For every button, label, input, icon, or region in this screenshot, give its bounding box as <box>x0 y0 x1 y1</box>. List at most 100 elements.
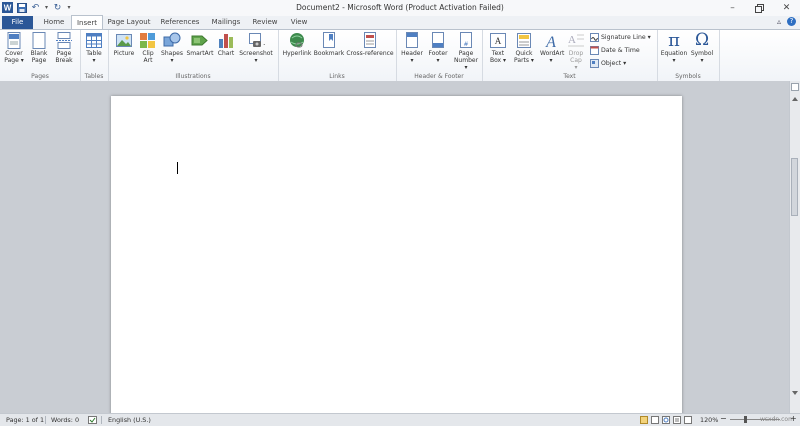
language-indicator[interactable]: English (U.S.) <box>108 416 151 424</box>
smartart-icon <box>191 32 209 49</box>
vertical-scrollbar[interactable] <box>789 81 800 413</box>
outline-view-icon[interactable] <box>673 416 681 424</box>
maximize-button[interactable] <box>746 0 773 16</box>
status-divider <box>101 416 102 424</box>
status-divider <box>45 416 46 424</box>
text-box-icon: A <box>489 32 507 49</box>
close-button[interactable]: ✕ <box>773 0 800 16</box>
zoom-level[interactable]: 120% <box>700 416 718 424</box>
signature-line-icon <box>590 33 599 42</box>
view-buttons <box>640 416 692 424</box>
table-label: Table ▾ <box>86 50 102 64</box>
equation-button[interactable]: π Equation ▾ <box>659 32 689 65</box>
group-illustrations-label: Illustrations <box>175 73 211 80</box>
tab-home[interactable]: Home <box>40 16 68 29</box>
cross-reference-button[interactable]: Cross-reference <box>346 32 394 57</box>
web-layout-icon[interactable] <box>662 416 670 424</box>
window-title: Document2 - Microsoft Word (Product Acti… <box>296 3 504 12</box>
object-label: Object ▾ <box>601 60 627 67</box>
wordart-button[interactable]: A WordArt ▾ <box>536 32 566 64</box>
minimize-button[interactable]: – <box>719 0 746 16</box>
quick-parts-button[interactable]: Quick Parts ▾ <box>512 32 536 64</box>
group-text: A Text Box ▾ Quick Parts ▾ A WordArt ▾ A… <box>482 30 658 81</box>
print-layout-icon[interactable] <box>640 416 648 424</box>
footer-label: Footer ▾ <box>428 50 448 64</box>
group-symbols: π Equation ▾ Ω Symbol ▾ Symbols <box>657 30 720 81</box>
group-links: Hyperlink Bookmark Cross-reference Links <box>278 30 397 81</box>
svg-text:A: A <box>568 34 576 46</box>
page-count[interactable]: Page: 1 of 1 <box>6 416 44 424</box>
page-break-button[interactable]: Page Break <box>53 32 75 64</box>
page-break-label: Page Break <box>55 50 73 64</box>
view-ruler-button[interactable] <box>791 83 799 91</box>
zoom-slider-thumb[interactable] <box>744 416 747 423</box>
help-icon[interactable]: ? <box>787 17 796 26</box>
wordart-icon: A <box>542 32 560 51</box>
picture-label: Picture <box>113 50 135 57</box>
scroll-down-arrow[interactable] <box>792 391 798 395</box>
chart-label: Chart <box>217 50 235 57</box>
bookmark-button[interactable]: Bookmark <box>313 32 345 57</box>
blank-page-button[interactable]: Blank Page <box>28 32 50 64</box>
chart-button[interactable]: Chart <box>216 32 236 57</box>
shapes-button[interactable]: Shapes ▾ <box>160 32 184 64</box>
symbol-label: Symbol ▾ <box>690 50 714 64</box>
equation-label: Equation ▾ <box>660 50 688 64</box>
screenshot-button[interactable]: + Screenshot ▾ <box>238 32 274 64</box>
full-screen-reading-icon[interactable] <box>651 416 659 424</box>
picture-button[interactable]: Picture <box>112 32 136 57</box>
quick-parts-label: Quick Parts ▾ <box>514 50 534 64</box>
word-count[interactable]: Words: 0 <box>51 416 79 424</box>
symbol-button[interactable]: Ω Symbol ▾ <box>689 32 715 65</box>
tab-file[interactable]: File <box>2 16 33 29</box>
cover-page-icon <box>5 32 23 49</box>
smartart-button[interactable]: SmartArt <box>186 32 214 57</box>
footer-button[interactable]: Footer ▾ <box>426 32 450 64</box>
quick-parts-icon <box>515 32 533 49</box>
object-button[interactable]: Object ▾ <box>590 59 626 68</box>
bookmark-icon <box>320 32 338 49</box>
minimize-ribbon-icon[interactable]: ▵ <box>777 17 781 26</box>
group-tables-label: Tables <box>84 73 104 80</box>
hyperlink-button[interactable]: Hyperlink <box>281 32 313 57</box>
tab-page-layout[interactable]: Page Layout <box>107 16 151 29</box>
tab-review[interactable]: Review <box>250 16 280 29</box>
zoom-out-button[interactable]: − <box>720 414 727 423</box>
scroll-up-arrow[interactable] <box>792 97 798 101</box>
restore-icon <box>755 3 764 13</box>
wordart-label: WordArt ▾ <box>540 50 565 64</box>
smartart-label: SmartArt <box>186 50 214 57</box>
draft-view-icon[interactable] <box>684 416 692 424</box>
screenshot-label: Screenshot ▾ <box>239 50 273 64</box>
drop-cap-label: Drop Cap ▾ <box>568 50 584 71</box>
header-button[interactable]: Header ▾ <box>400 32 424 64</box>
clip-art-label: Clip Art <box>142 50 154 64</box>
tab-insert[interactable]: Insert <box>71 15 103 29</box>
cover-page-button[interactable]: Cover Page ▾ <box>3 32 25 64</box>
bookmark-label: Bookmark <box>313 50 345 57</box>
text-box-label: Text Box ▾ <box>489 50 507 64</box>
document-page[interactable] <box>111 96 682 413</box>
picture-icon <box>115 32 133 49</box>
zoom-in-button[interactable]: + <box>790 414 797 423</box>
ribbon-right-controls: ▵ ? <box>777 17 796 26</box>
shapes-label: Shapes ▾ <box>161 50 183 64</box>
watermark-text: wsxdn.com <box>760 416 794 423</box>
text-box-button[interactable]: A Text Box ▾ <box>486 32 510 64</box>
tab-view[interactable]: View <box>286 16 312 29</box>
calendar-icon <box>590 46 599 55</box>
ribbon-insert: Cover Page ▾ Blank Page Page Break Pages… <box>0 29 800 82</box>
document-area <box>0 81 790 413</box>
date-time-button[interactable]: Date & Time <box>590 46 640 55</box>
clip-art-button[interactable]: Clip Art <box>138 32 158 64</box>
group-symbols-label: Symbols <box>675 73 701 80</box>
tab-references[interactable]: References <box>158 16 202 29</box>
group-illustrations: Picture Clip Art Shapes ▾ SmartArt Chart <box>108 30 279 81</box>
signature-line-button[interactable]: Signature Line ▾ <box>590 33 651 42</box>
page-number-button[interactable]: # Page Number ▾ <box>452 32 480 71</box>
group-text-label: Text <box>563 73 576 80</box>
drop-cap-button[interactable]: A Drop Cap ▾ <box>566 32 586 71</box>
table-button[interactable]: Table ▾ <box>84 32 104 64</box>
scrollbar-thumb[interactable] <box>791 158 798 216</box>
tab-mailings[interactable]: Mailings <box>208 16 244 29</box>
